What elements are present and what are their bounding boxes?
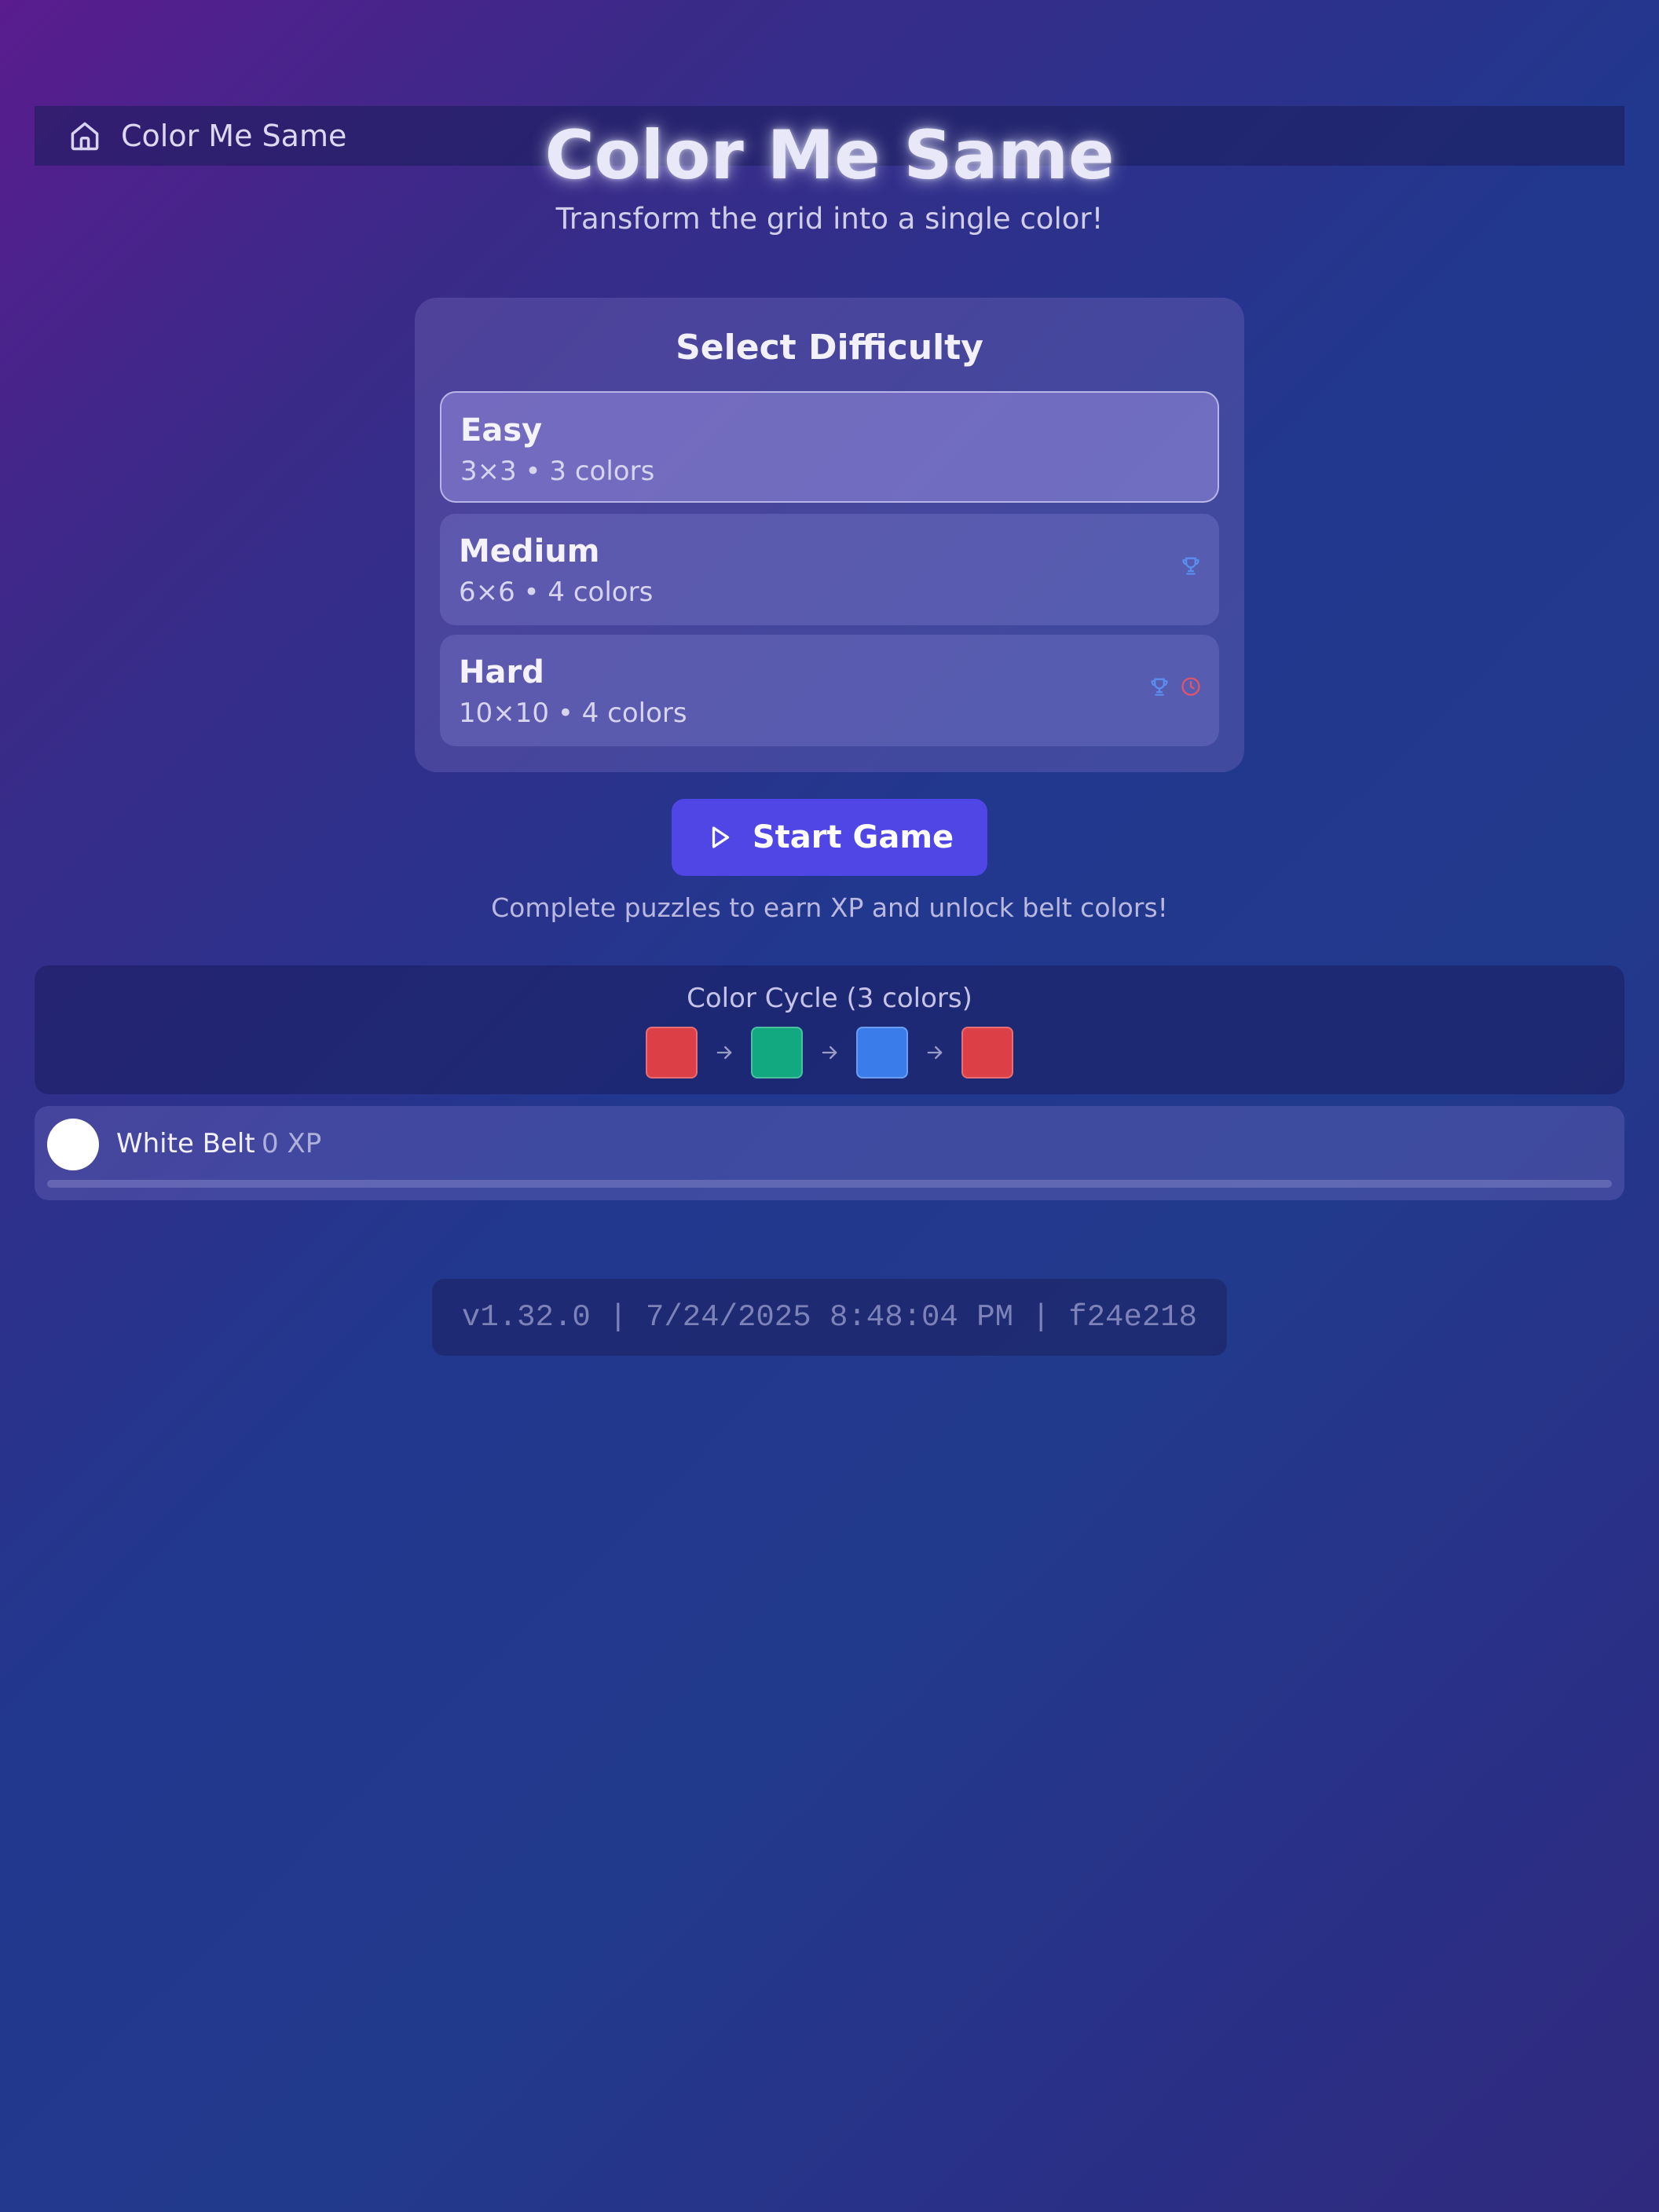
version-info: v1.32.0 | 7/24/2025 8:48:04 PM | f24e218 bbox=[432, 1279, 1227, 1356]
difficulty-desc: 6×6 • 4 colors bbox=[459, 577, 654, 608]
arrow-right-icon bbox=[709, 1037, 740, 1068]
xp-hint: Complete puzzles to earn XP and unlock b… bbox=[491, 892, 1168, 923]
difficulty-card: Select Difficulty Easy 3×3 • 3 colors Me… bbox=[415, 298, 1244, 772]
difficulty-name: Easy bbox=[460, 412, 543, 449]
belt-progress-panel: White Belt 0 XP bbox=[35, 1106, 1624, 1200]
start-game-label: Start Game bbox=[752, 819, 954, 855]
page-subtitle: Transform the grid into a single color! bbox=[555, 202, 1104, 236]
trophy-icon bbox=[1148, 676, 1170, 701]
difficulty-name: Medium bbox=[459, 533, 600, 569]
belt-name: White Belt bbox=[116, 1128, 255, 1159]
belt-xp: 0 XP bbox=[262, 1128, 322, 1159]
belt-progress-bar bbox=[47, 1180, 1612, 1188]
color-cycle-title: Color Cycle (3 colors) bbox=[687, 983, 972, 1014]
play-icon bbox=[705, 822, 737, 853]
arrow-right-icon bbox=[814, 1037, 845, 1068]
color-swatch bbox=[751, 1027, 803, 1079]
difficulty-option-hard[interactable]: Hard 10×10 • 4 colors bbox=[440, 635, 1219, 746]
difficulty-option-medium[interactable]: Medium 6×6 • 4 colors bbox=[440, 514, 1219, 625]
color-swatch bbox=[856, 1027, 908, 1079]
page-title: Color Me Same bbox=[544, 116, 1115, 195]
color-swatch bbox=[646, 1027, 698, 1079]
difficulty-desc: 3×3 • 3 colors bbox=[460, 456, 655, 487]
color-cycle-panel: Color Cycle (3 colors) bbox=[35, 965, 1624, 1094]
difficulty-desc: 10×10 • 4 colors bbox=[459, 698, 687, 729]
difficulty-name: Hard bbox=[459, 654, 544, 690]
arrow-right-icon bbox=[919, 1037, 950, 1068]
difficulty-option-easy[interactable]: Easy 3×3 • 3 colors bbox=[440, 391, 1219, 503]
belt-avatar bbox=[47, 1119, 99, 1170]
trophy-icon bbox=[1180, 555, 1202, 580]
difficulty-title: Select Difficulty bbox=[676, 328, 983, 368]
color-cycle-swatches bbox=[35, 1027, 1624, 1079]
color-swatch bbox=[961, 1027, 1013, 1079]
start-game-button[interactable]: Start Game bbox=[672, 799, 987, 876]
clock-icon bbox=[1180, 676, 1202, 701]
